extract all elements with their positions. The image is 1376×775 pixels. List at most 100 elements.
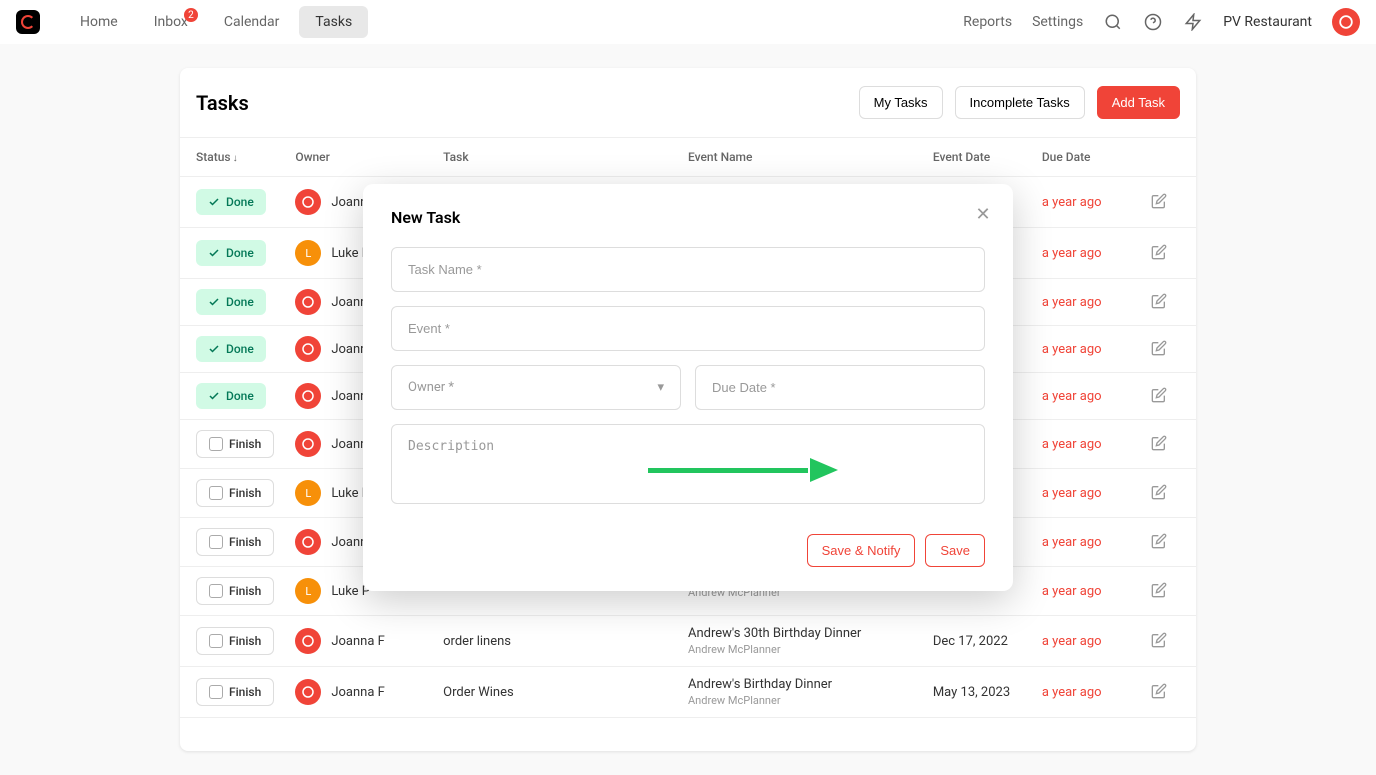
status-pill[interactable]: Finish xyxy=(196,627,274,655)
edit-icon[interactable] xyxy=(1151,484,1169,502)
edit-icon[interactable] xyxy=(1151,340,1169,358)
status-label: Finish xyxy=(229,437,261,451)
owner-avatar xyxy=(295,289,321,315)
help-icon[interactable] xyxy=(1143,12,1163,32)
owner-avatar xyxy=(295,383,321,409)
owner-select[interactable]: Owner * ▾ xyxy=(391,365,681,410)
status-pill[interactable]: Done xyxy=(196,336,266,362)
status-label: Finish xyxy=(229,685,261,699)
status-pill[interactable]: Finish xyxy=(196,430,274,458)
save-notify-button[interactable]: Save & Notify xyxy=(807,534,916,567)
edit-icon[interactable] xyxy=(1151,533,1169,551)
edit-icon[interactable] xyxy=(1151,387,1169,405)
due-date: a year ago xyxy=(1042,584,1139,599)
table-header: Status↓ Owner Task Event Name Event Date… xyxy=(180,137,1196,177)
event-date: May 13, 2023 xyxy=(933,685,1030,700)
status-pill[interactable]: Done xyxy=(196,289,266,315)
status-pill[interactable]: Finish xyxy=(196,577,274,605)
checkbox-icon xyxy=(209,584,223,598)
col-due-date[interactable]: Due Date xyxy=(1042,150,1139,164)
col-owner[interactable]: Owner xyxy=(295,150,431,164)
col-event-name[interactable]: Event Name xyxy=(688,150,921,164)
close-icon[interactable]: ✕ xyxy=(973,204,993,224)
page-title: Tasks xyxy=(196,91,847,115)
edit-icon[interactable] xyxy=(1151,244,1169,262)
bolt-icon[interactable] xyxy=(1183,12,1203,32)
app-header: Home Inbox 2 Calendar Tasks Reports Sett… xyxy=(0,0,1376,44)
event-name: Andrew's 30th Birthday Dinner xyxy=(688,626,921,641)
status-pill[interactable]: Done xyxy=(196,189,266,215)
task-name: Order Wines xyxy=(443,685,676,700)
new-task-modal: New Task ✕ Owner * ▾ Save & Notify Save xyxy=(363,184,1013,591)
nav-reports[interactable]: Reports xyxy=(963,14,1012,30)
owner-avatar xyxy=(295,529,321,555)
incomplete-tasks-button[interactable]: Incomplete Tasks xyxy=(955,86,1085,119)
checkbox-icon xyxy=(209,535,223,549)
check-icon xyxy=(208,390,220,402)
col-event-date[interactable]: Event Date xyxy=(933,150,1030,164)
event-sub: Andrew McPlanner xyxy=(688,694,921,707)
status-pill[interactable]: Finish xyxy=(196,528,274,556)
owner-placeholder: Owner * xyxy=(408,380,454,395)
event-name: Andrew's Birthday Dinner xyxy=(688,677,921,692)
owner-avatar xyxy=(295,628,321,654)
nav-calendar[interactable]: Calendar xyxy=(208,6,296,38)
table-row: Finish Joanna F Order Wines Andrew's Bir… xyxy=(180,667,1196,718)
checkbox-icon xyxy=(209,486,223,500)
edit-icon[interactable] xyxy=(1151,683,1169,701)
status-label: Done xyxy=(226,342,254,356)
due-date: a year ago xyxy=(1042,195,1139,210)
table-row: Finish Joanna F order linens Andrew's 30… xyxy=(180,616,1196,667)
edit-icon[interactable] xyxy=(1151,193,1169,211)
status-pill[interactable]: Finish xyxy=(196,479,274,507)
user-avatar[interactable] xyxy=(1332,8,1360,36)
due-date: a year ago xyxy=(1042,246,1139,261)
col-status[interactable]: Status↓ xyxy=(196,150,283,164)
edit-icon[interactable] xyxy=(1151,582,1169,600)
account-name[interactable]: PV Restaurant xyxy=(1223,14,1312,30)
save-button[interactable]: Save xyxy=(925,534,985,567)
status-label: Finish xyxy=(229,634,261,648)
edit-icon[interactable] xyxy=(1151,632,1169,650)
status-label: Done xyxy=(226,246,254,260)
check-icon xyxy=(208,247,220,259)
owner-name: Joanna F xyxy=(331,634,385,649)
check-icon xyxy=(208,296,220,308)
nav-tasks[interactable]: Tasks xyxy=(299,6,368,38)
logo-icon xyxy=(21,15,35,29)
checkbox-icon xyxy=(209,634,223,648)
due-date: a year ago xyxy=(1042,389,1139,404)
owner-avatar: L xyxy=(295,578,321,604)
description-input[interactable] xyxy=(391,424,985,504)
due-date: a year ago xyxy=(1042,342,1139,357)
my-tasks-button[interactable]: My Tasks xyxy=(859,86,943,119)
check-icon xyxy=(208,343,220,355)
status-pill[interactable]: Done xyxy=(196,383,266,409)
main-nav: Home Inbox 2 Calendar Tasks xyxy=(64,6,963,38)
status-pill[interactable]: Done xyxy=(196,240,266,266)
col-task[interactable]: Task xyxy=(443,150,676,164)
panel-header: Tasks My Tasks Incomplete Tasks Add Task xyxy=(180,68,1196,137)
due-date: a year ago xyxy=(1042,486,1139,501)
nav-home[interactable]: Home xyxy=(64,6,134,38)
status-label: Finish xyxy=(229,584,261,598)
due-date: a year ago xyxy=(1042,535,1139,550)
edit-icon[interactable] xyxy=(1151,293,1169,311)
owner-avatar: L xyxy=(295,480,321,506)
inbox-badge: 2 xyxy=(184,8,198,22)
due-date: a year ago xyxy=(1042,437,1139,452)
checkbox-icon xyxy=(209,437,223,451)
nav-settings[interactable]: Settings xyxy=(1032,14,1083,30)
nav-inbox[interactable]: Inbox 2 xyxy=(138,6,204,38)
task-name-input[interactable] xyxy=(391,247,985,292)
search-icon[interactable] xyxy=(1103,12,1123,32)
app-logo[interactable] xyxy=(16,10,40,34)
due-date-input[interactable] xyxy=(695,365,985,410)
status-pill[interactable]: Finish xyxy=(196,678,274,706)
edit-icon[interactable] xyxy=(1151,435,1169,453)
event-input[interactable] xyxy=(391,306,985,351)
event-sub: Andrew McPlanner xyxy=(688,643,921,656)
nav-right: Reports Settings PV Restaurant xyxy=(963,8,1360,36)
check-icon xyxy=(208,196,220,208)
add-task-button[interactable]: Add Task xyxy=(1097,86,1180,119)
